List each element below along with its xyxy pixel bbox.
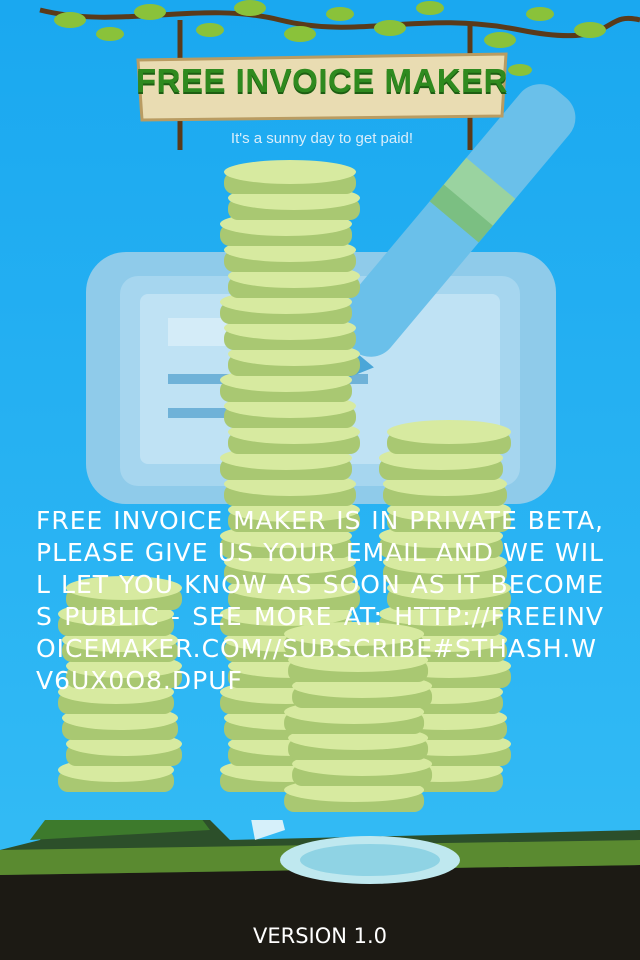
coin-face — [387, 420, 511, 444]
splash-screen: FREE INVOICE MAKER It's a sunny day to g… — [0, 0, 640, 960]
app-title: FREE INVOICE MAKER — [135, 62, 509, 99]
app-tagline: It's a sunny day to get paid! — [230, 130, 414, 147]
version-label: VERSION 1.0 — [252, 924, 388, 948]
private-beta-message: Free invoice maker is in private beta, p… — [36, 506, 604, 695]
coin-face — [224, 160, 356, 184]
